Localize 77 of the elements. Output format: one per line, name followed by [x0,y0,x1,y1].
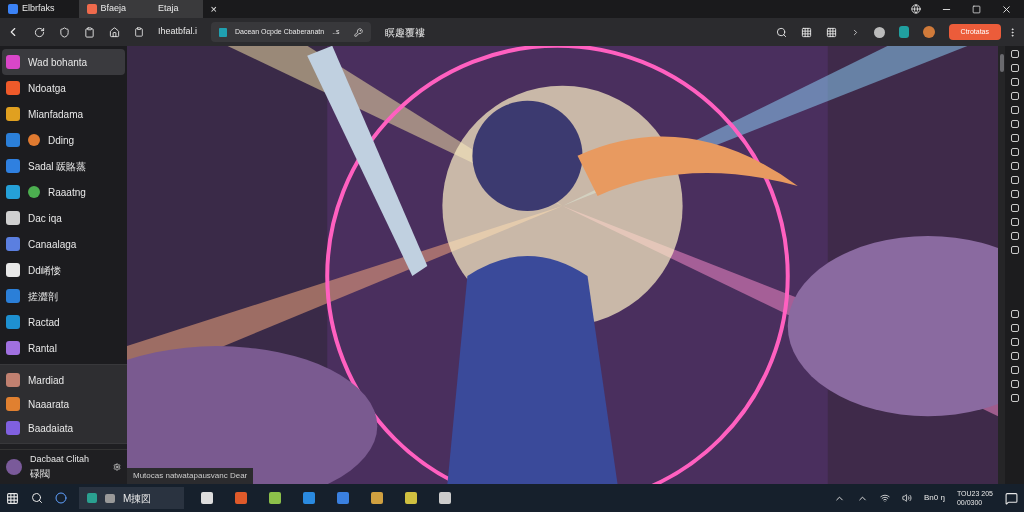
sidebar-label: Wad bohanta [28,55,88,70]
tab-title: Etaja [158,2,180,16]
key-icon[interactable] [354,27,364,37]
sidebar-item[interactable]: Sadal 䟦賂蒸 [2,153,125,179]
clipboard-icon[interactable] [84,26,95,38]
scroll-thumb[interactable] [999,54,1004,72]
extension-icon[interactable] [873,26,885,38]
sidebar-label: Naaarata [28,397,70,412]
shield-icon[interactable] [59,26,70,38]
settings-icon[interactable] [113,462,121,471]
home-icon[interactable] [109,26,120,38]
sidebar-item[interactable]: Rantal [2,335,125,361]
taskbar-label: M㨂図 [123,491,152,506]
grid-icon[interactable] [800,26,812,38]
site-icon [219,27,228,37]
profile-name: Dacbaat Clitah [30,452,90,466]
close-icon[interactable] [1001,3,1012,15]
extension-icon[interactable] [898,26,909,38]
tray-text: Bn0 ŋ [924,492,945,504]
start-icon[interactable] [6,491,19,505]
sidebar-label: Mardiad [28,373,65,388]
sidebar-item[interactable]: Mianfadama [2,101,125,127]
sidebar-item[interactable]: Ndoatga [2,75,125,101]
sidebar-label: Canaalaga [28,237,77,252]
sidebar-item[interactable]: Wad bohanta [2,49,125,75]
sidebar-label: Dding [48,133,75,148]
sidebar-item[interactable]: Dding [2,127,125,153]
sidebar-label: Dd崤㥪 [28,263,61,278]
taskbar-search[interactable]: M㨂図 [79,487,184,509]
search-icon[interactable] [31,492,43,504]
search-icon[interactable] [775,26,787,38]
status-tooltip: Mutocas natwatapausvanc Dear [127,468,254,484]
sidebar-label: Rantal [28,341,57,356]
network-icon[interactable] [880,493,891,503]
sidebar-label: 搓澀剖 [28,289,58,304]
browser-tab[interactable]: Etaja [150,0,203,18]
sidebar-label: Baadaiata [28,421,74,436]
reload-icon[interactable] [34,26,45,38]
avatar-icon [6,458,22,475]
scrollbar[interactable] [998,46,1005,484]
browser-tab[interactable]: Elbrfaks [0,0,79,18]
taskbar-app-icon[interactable] [439,492,451,504]
taskbar-app-icon[interactable] [337,492,349,504]
sidebar-item[interactable]: 搓澀剖 [2,283,125,309]
sidebar-item[interactable]: Dac iqa [2,205,125,231]
sidebar-item[interactable]: Dd崤㥪 [2,257,125,283]
bookmark-label[interactable]: Iheatbfal.i [158,25,198,39]
browser-tab[interactable]: Bfaeja [78,0,151,18]
sidebar-item[interactable]: Mardiad [2,368,125,392]
sidebar-item[interactable]: Naaarata [2,392,125,416]
sidebar-label: Ndoatga [28,81,66,96]
sidebar-label: Dac iqa [28,211,62,226]
sidebar-label: Sadal 䟦賂蒸 [28,159,87,174]
close-tab-button[interactable]: × [202,0,225,18]
sidebar-label: Ractad [28,315,60,330]
taskbar-app-icon[interactable] [235,492,247,504]
sidebar-item[interactable]: Baadaiata [2,416,125,440]
avatar-icon[interactable] [922,26,935,38]
taskbar-app-icon[interactable] [405,492,417,504]
tab-title: Bfaeja [100,2,128,16]
sidebar-item[interactable]: Ractad [2,309,125,335]
profile-subtitle: 碌閥 [30,467,51,481]
sidebar-label: Raaatng [48,185,86,200]
tab-title: Elbrfaks [22,2,56,16]
taskbar-app-icon[interactable] [303,492,315,504]
sidebar-item[interactable]: Raaatng [2,179,125,205]
grid-icon[interactable] [825,26,837,38]
volume-icon[interactable] [902,493,913,503]
maximize-icon[interactable] [972,4,981,14]
taskbar-app-icon[interactable] [371,492,383,504]
sidebar-label: Mianfadama [28,107,84,122]
toolbar-text: 瞑趣覆褸 [385,25,426,40]
clipboard-icon[interactable] [134,27,144,37]
taskbar-app-icon[interactable] [201,492,213,504]
taskbar-app-icon[interactable] [269,492,281,504]
notification-icon[interactable] [1005,491,1018,505]
sidebar-item[interactable]: Canaalaga [2,231,125,257]
